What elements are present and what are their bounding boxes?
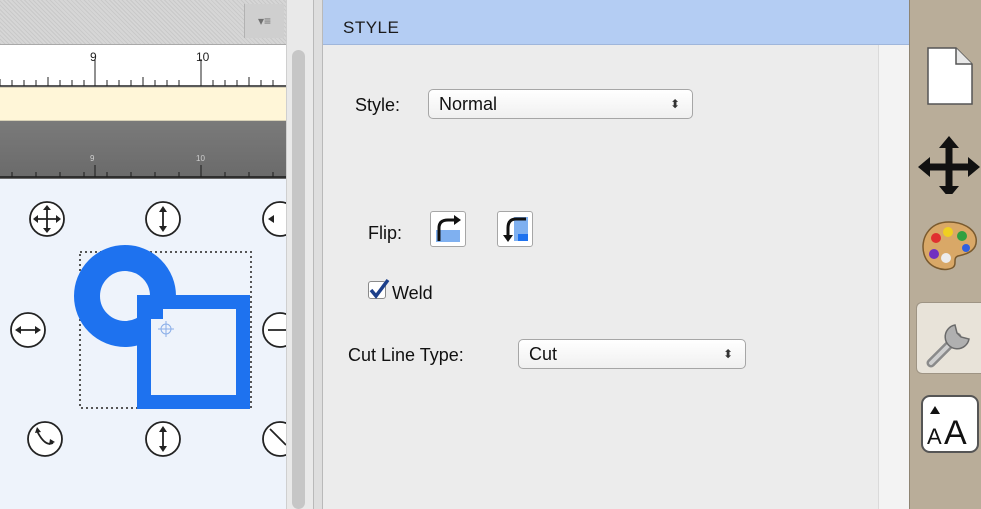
style-panel-header: STYLE xyxy=(323,0,909,45)
style-select-value: Normal xyxy=(439,94,498,114)
palette-icon xyxy=(922,221,977,271)
wrench-icon xyxy=(926,324,970,368)
scale-horizontal-handle-icon[interactable] xyxy=(10,312,46,348)
cut-line-type-select[interactable]: Cut ⬍ xyxy=(518,339,746,369)
move-icon xyxy=(918,136,980,194)
skew-handle-icon[interactable] xyxy=(262,421,286,457)
flip-horizontal-icon xyxy=(436,215,461,242)
list-menu-icon[interactable]: ▾≡ xyxy=(244,4,284,38)
page-icon xyxy=(927,47,973,105)
select-arrows-icon: ⬍ xyxy=(669,97,680,111)
text-tool-button[interactable]: A A xyxy=(916,388,981,460)
scale-horizontal-handle-right-icon[interactable] xyxy=(262,312,286,348)
select-arrows-icon: ⬍ xyxy=(722,347,733,361)
ruler-highlight-strip xyxy=(0,87,286,121)
rotate-bottom-handle-icon[interactable] xyxy=(27,421,63,457)
svg-text:A: A xyxy=(927,424,942,449)
design-canvas-pane: ▾≡ 9 10 9 10 xyxy=(0,0,286,509)
flip-vertical-button[interactable] xyxy=(497,211,533,247)
checkmark-icon xyxy=(369,278,390,299)
style-select[interactable]: Normal ⬍ xyxy=(428,89,693,119)
document-tool-button[interactable] xyxy=(916,38,981,110)
drawing-area[interactable] xyxy=(0,179,286,509)
style-panel: STYLE Style: Normal ⬍ Flip: Weld Cut Lin… xyxy=(323,0,909,509)
text-size-icon: A A xyxy=(921,395,979,453)
pane-splitter[interactable] xyxy=(313,0,323,509)
weld-checkbox[interactable] xyxy=(368,278,390,299)
dark-ruler-label-10: 10 xyxy=(196,154,205,163)
cut-line-type-label: Cut Line Type: xyxy=(348,345,464,365)
secondary-ruler: 9 10 xyxy=(0,121,286,179)
flip-horizontal-button[interactable] xyxy=(430,211,466,247)
settings-tool-button[interactable] xyxy=(916,302,981,374)
cut-line-type-value: Cut xyxy=(529,344,558,364)
flip-label: Flip: xyxy=(368,223,403,243)
horizontal-ruler: 9 10 xyxy=(0,45,286,87)
ruler-label-9: 9 xyxy=(90,50,97,64)
panel-header-bar: ▾≡ xyxy=(0,0,286,45)
style-label: Style: xyxy=(355,95,401,115)
color-tool-button[interactable] xyxy=(916,210,981,282)
style-panel-scroll-track[interactable] xyxy=(878,45,909,509)
canvas-vertical-scrollbar[interactable] xyxy=(286,0,313,509)
scale-vertical-handle-icon[interactable] xyxy=(145,201,181,237)
ruler-label-10: 10 xyxy=(196,50,210,64)
tool-palette: A A xyxy=(909,0,981,509)
move-handle-icon[interactable] xyxy=(29,201,65,237)
flip-vertical-icon xyxy=(503,217,528,242)
svg-text:A: A xyxy=(944,414,967,452)
scale-vertical-bottom-handle-icon[interactable] xyxy=(145,421,181,457)
move-tool-button[interactable] xyxy=(916,122,981,194)
square-shape[interactable] xyxy=(137,295,250,409)
panel-title: STYLE xyxy=(343,18,400,37)
rotate-handle-icon[interactable] xyxy=(262,201,286,237)
weld-label: Weld xyxy=(392,283,433,303)
scrollbar-thumb[interactable] xyxy=(292,50,305,509)
dark-ruler-label-9: 9 xyxy=(90,154,95,163)
